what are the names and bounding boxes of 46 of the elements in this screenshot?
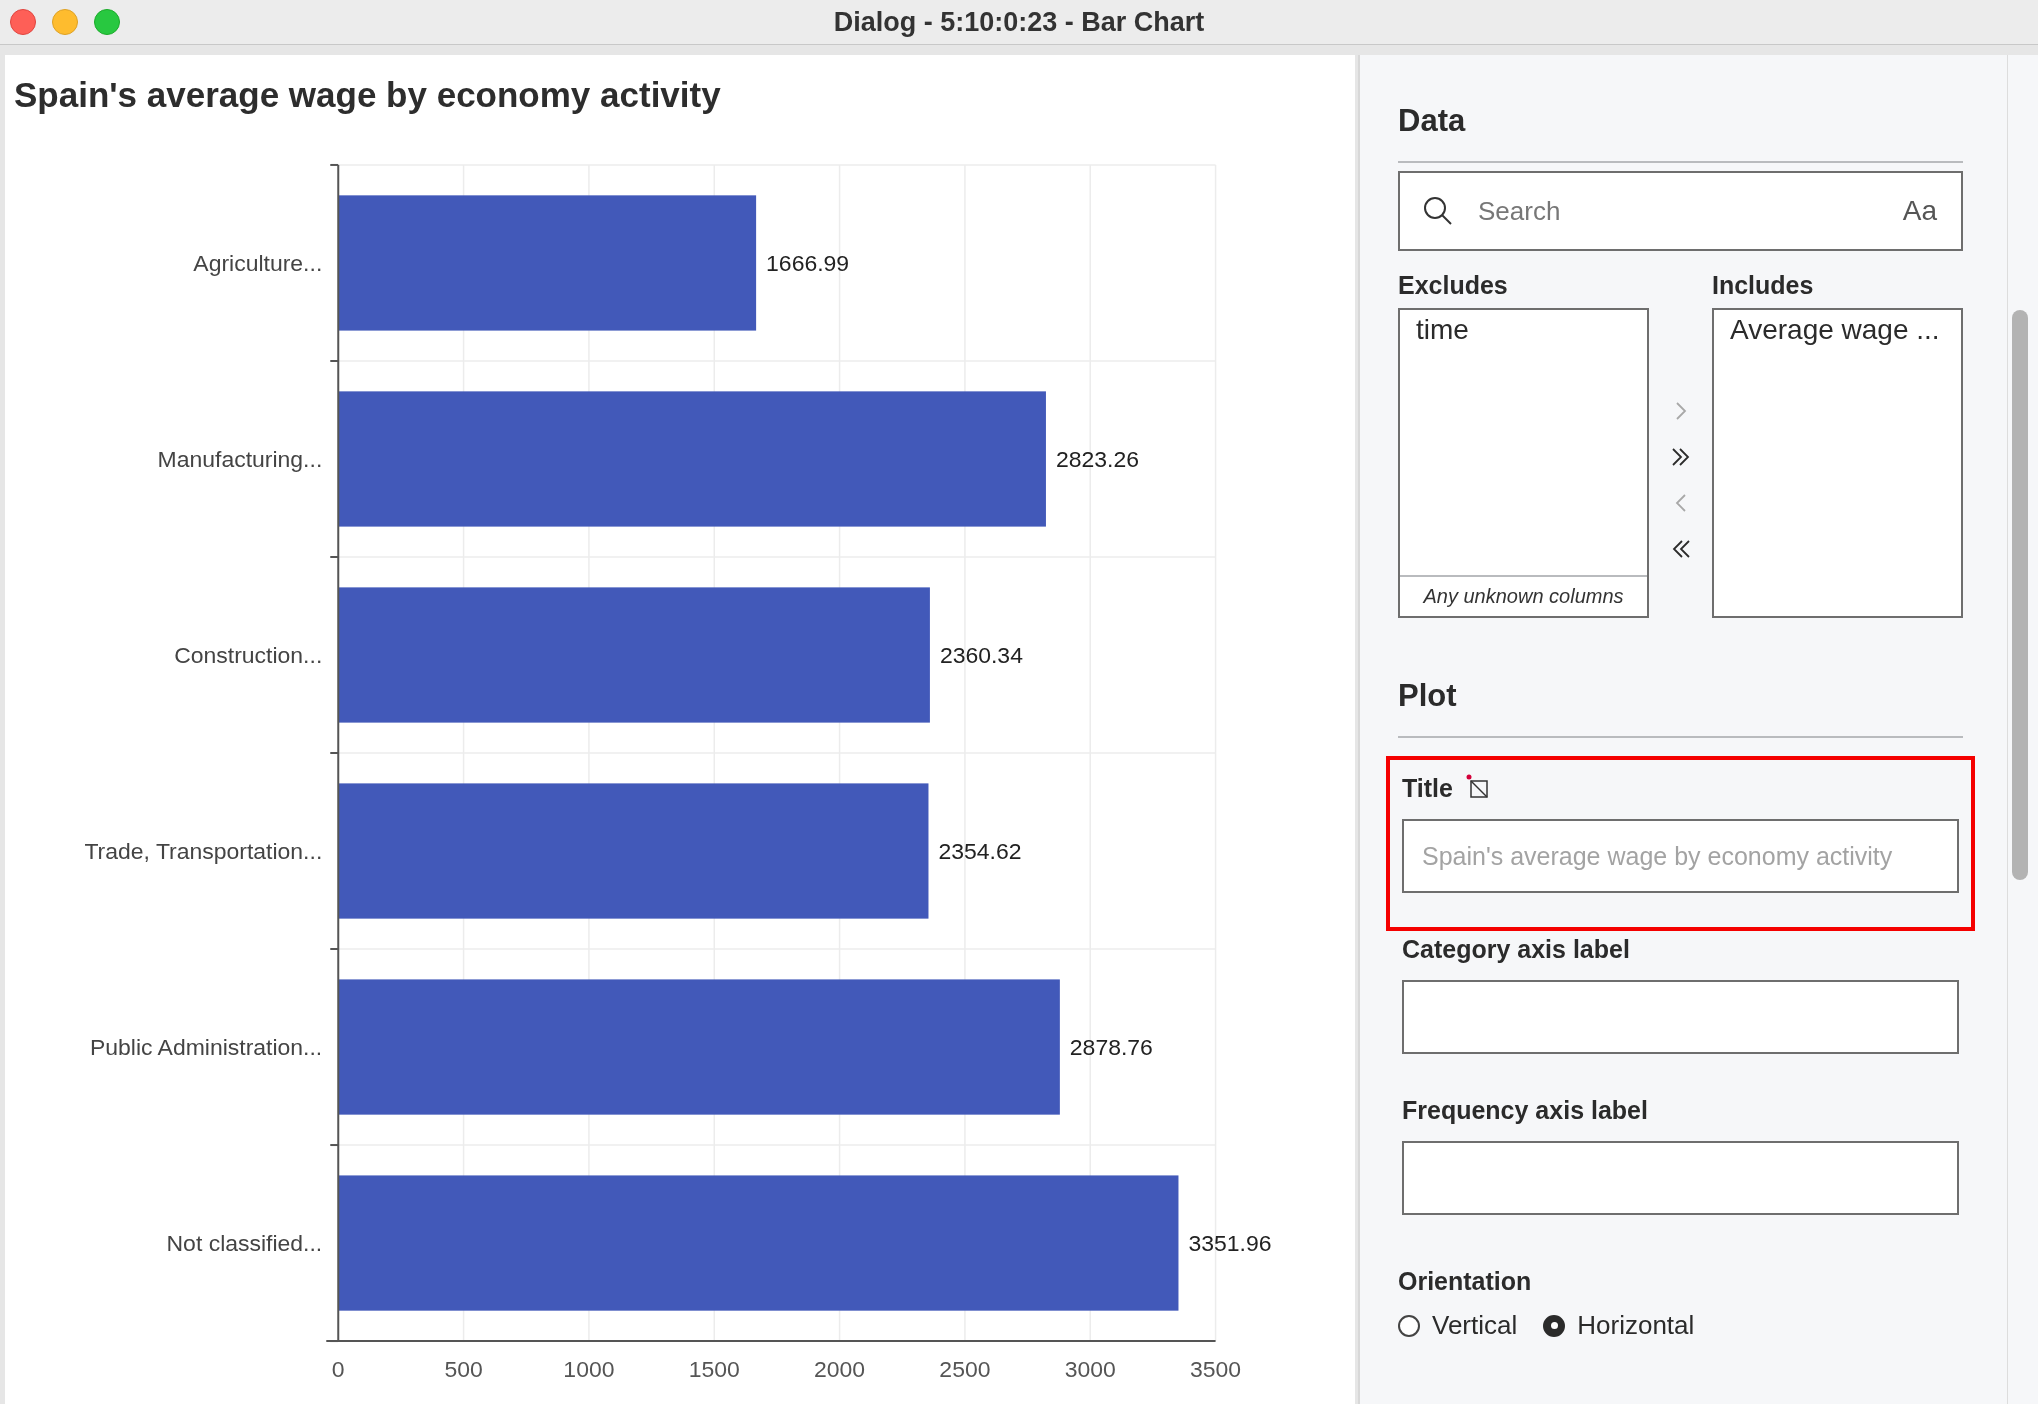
category-label: Agriculture... <box>193 249 323 276</box>
maximize-button[interactable] <box>94 9 120 35</box>
text-field[interactable]: Spain's average wage by economy activity <box>1402 819 1959 893</box>
tick-label: 2000 <box>814 1356 866 1382</box>
value-label: 1666.99 <box>766 249 850 276</box>
search-field[interactable]: Search Aa <box>1398 171 1963 251</box>
close-button[interactable] <box>10 9 36 35</box>
tick-label: 2500 <box>939 1356 991 1382</box>
category-label: Not classified... <box>166 1230 323 1257</box>
tick-label: 3500 <box>1190 1356 1242 1382</box>
text-field[interactable] <box>1402 980 1959 1054</box>
text-field[interactable] <box>1402 1141 1959 1215</box>
tick-label: 3000 <box>1064 1356 1116 1382</box>
value-label: 2360.34 <box>939 642 1023 668</box>
tick-label: 500 <box>444 1356 483 1382</box>
search-icon <box>1422 195 1454 227</box>
field-label: Title <box>1402 774 1453 803</box>
category-label: Manufacturing... <box>157 446 323 472</box>
section-heading: Data <box>1398 103 1466 139</box>
section-heading: Plot <box>1398 678 1457 714</box>
value-label: 3351.96 <box>1188 1230 1272 1257</box>
chart-title: Spain's average wage by economy activity <box>14 75 721 115</box>
radio-option[interactable]: Horizontal <box>1543 1310 1695 1341</box>
crossed-square-icon[interactable] <box>1464 774 1489 800</box>
list-label: Excludes <box>1398 271 1508 300</box>
field-label: Category axis label <box>1402 935 1630 964</box>
field-label: Frequency axis label <box>1402 1096 1648 1125</box>
tick-label: 0 <box>331 1356 345 1382</box>
list-label: Includes <box>1712 271 1814 300</box>
value-label: 2878.76 <box>1069 1034 1153 1060</box>
list-item[interactable]: Average wage ... <box>1714 310 1960 350</box>
minimize-button[interactable] <box>52 9 78 35</box>
radio-option[interactable]: Vertical <box>1398 1310 1518 1341</box>
match-case-toggle[interactable]: Aa <box>1902 195 1937 227</box>
window-title: Dialog - 5:10:0:23 - Bar Chart <box>833 6 1205 37</box>
field-label: Orientation <box>1398 1267 1532 1296</box>
value-label: 2823.26 <box>1055 446 1139 472</box>
value-label: 2354.62 <box>938 838 1022 864</box>
tick-label: 1500 <box>688 1356 740 1382</box>
list-item[interactable]: time <box>1400 310 1489 350</box>
category-label: Construction... <box>174 642 323 668</box>
tick-label: 1000 <box>563 1356 615 1382</box>
list-footer: Any unknown columns <box>1400 575 1647 616</box>
category-label: Public Administration... <box>89 1034 323 1060</box>
scrollbar-thumb[interactable] <box>2012 310 2028 880</box>
category-label: Trade, Transportation... <box>84 838 323 864</box>
